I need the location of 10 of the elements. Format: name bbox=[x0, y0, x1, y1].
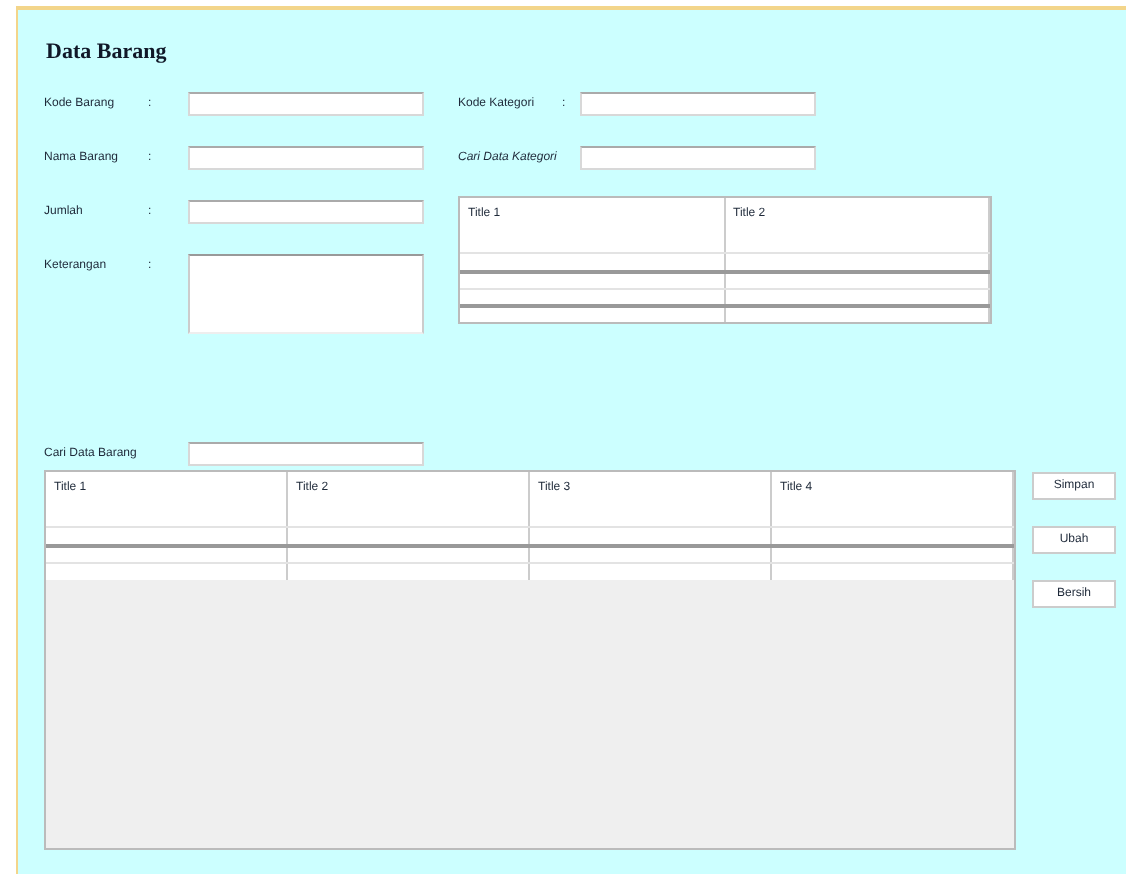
input-field[interactable] bbox=[188, 442, 424, 466]
input-field[interactable] bbox=[188, 92, 424, 116]
form-title: Data Barang bbox=[46, 40, 167, 64]
table-row[interactable] bbox=[460, 304, 990, 322]
text-area[interactable] bbox=[188, 254, 424, 334]
input-field[interactable] bbox=[188, 146, 424, 170]
input-field[interactable] bbox=[580, 146, 816, 170]
input-field[interactable] bbox=[188, 200, 424, 224]
table-row[interactable] bbox=[46, 544, 1014, 562]
input-field[interactable] bbox=[580, 92, 816, 116]
